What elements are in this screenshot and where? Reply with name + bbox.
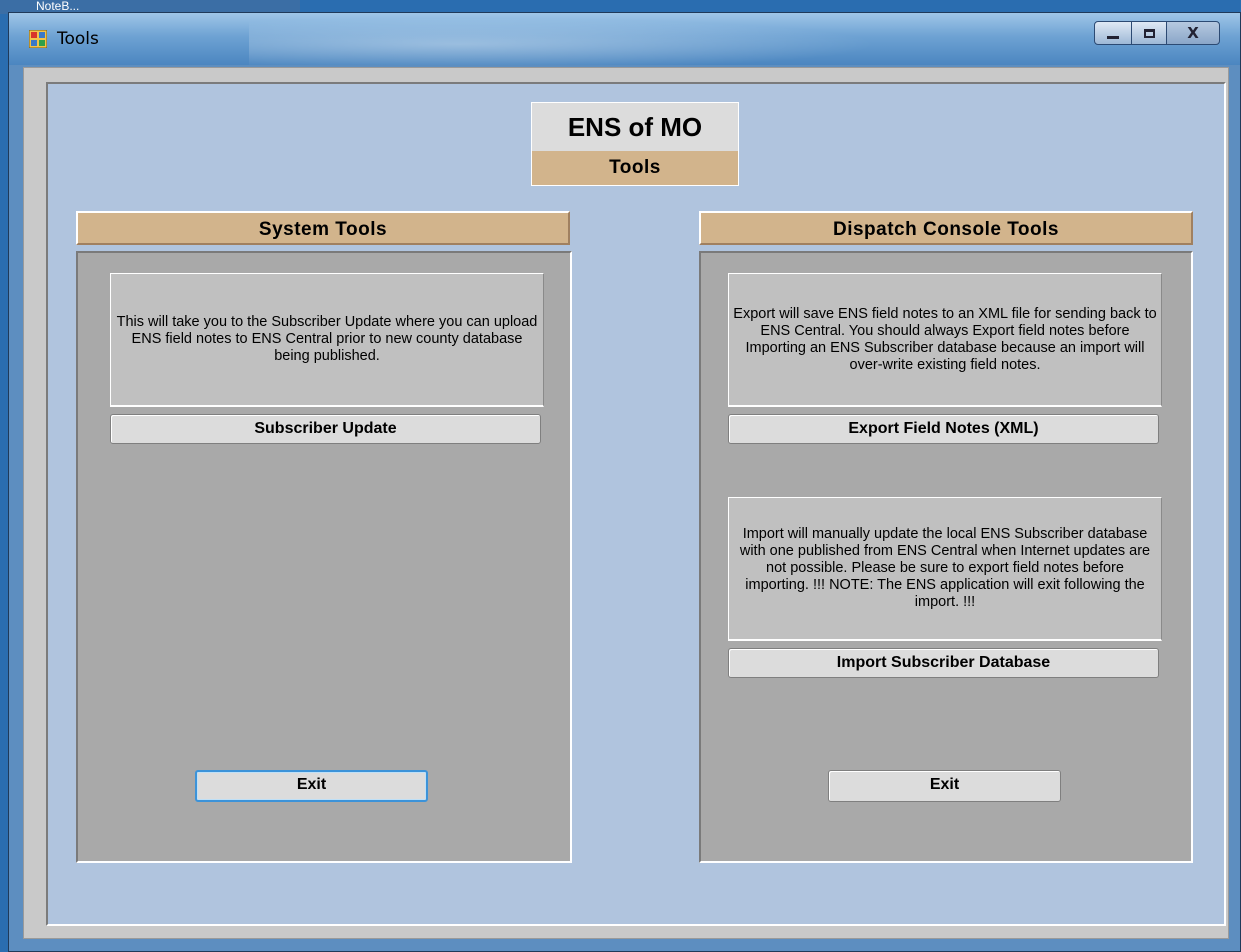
- header-box: ENS of MO Tools: [531, 102, 739, 186]
- tools-window: Tools X ENS of MO Tools System Tools Thi…: [8, 12, 1241, 952]
- close-icon: X: [1187, 24, 1199, 42]
- window-title: Tools: [57, 29, 99, 49]
- dispatch-tools-title: Dispatch Console Tools: [699, 211, 1193, 245]
- title-bar[interactable]: Tools X: [9, 13, 1240, 65]
- maximize-icon: [1143, 28, 1155, 38]
- maximize-button[interactable]: [1131, 21, 1167, 45]
- import-subscriber-database-button[interactable]: Import Subscriber Database: [728, 648, 1159, 678]
- main-panel: ENS of MO Tools System Tools This will t…: [46, 82, 1226, 926]
- dispatch-tools-exit-button[interactable]: Exit: [828, 770, 1061, 802]
- app-title: ENS of MO: [532, 103, 738, 151]
- system-tools-exit-button[interactable]: Exit: [195, 770, 428, 802]
- minimize-button[interactable]: [1094, 21, 1132, 45]
- system-tools-panel: This will take you to the Subscriber Upd…: [76, 251, 572, 863]
- export-description: Export will save ENS field notes to an X…: [728, 273, 1162, 407]
- close-button[interactable]: X: [1166, 21, 1220, 45]
- dispatch-tools-panel: Export will save ENS field notes to an X…: [699, 251, 1193, 863]
- subscriber-update-button[interactable]: Subscriber Update: [110, 414, 541, 444]
- export-field-notes-button[interactable]: Export Field Notes (XML): [728, 414, 1159, 444]
- import-description: Import will manually update the local EN…: [728, 497, 1162, 641]
- system-tools-title: System Tools: [76, 211, 570, 245]
- minimize-icon: [1107, 35, 1119, 39]
- client-area: ENS of MO Tools System Tools This will t…: [23, 67, 1229, 939]
- page-subtitle: Tools: [532, 151, 738, 185]
- app-icon: [29, 30, 47, 48]
- subscriber-update-description: This will take you to the Subscriber Upd…: [110, 273, 544, 407]
